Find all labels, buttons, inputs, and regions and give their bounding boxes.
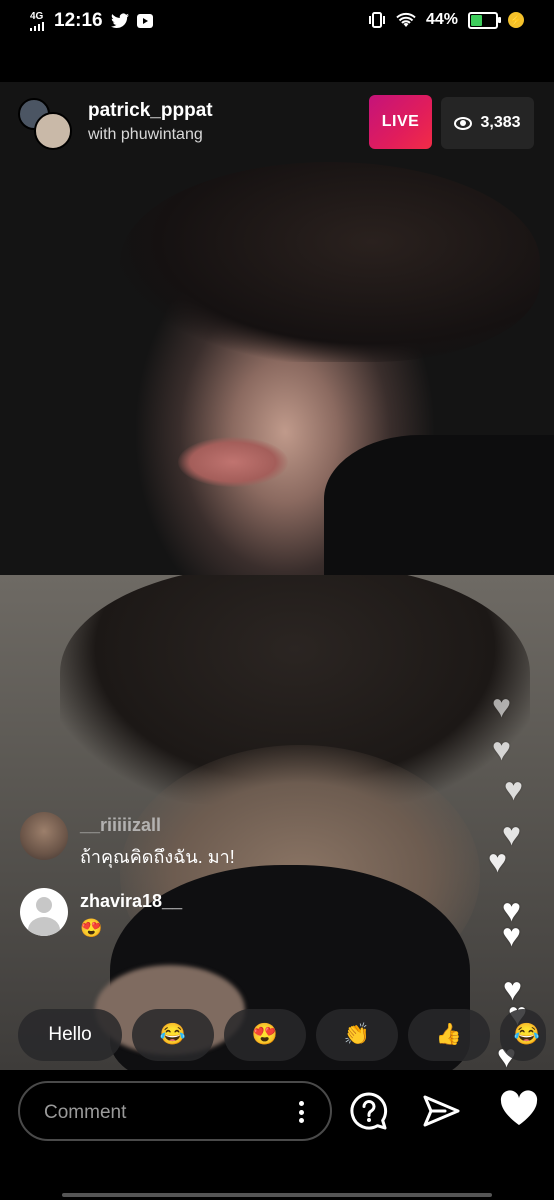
heart-icon: ♥ <box>504 771 523 807</box>
comment-item[interactable]: zhavira18__ 😍 <box>20 888 182 939</box>
comment-input[interactable]: Comment <box>18 1081 332 1141</box>
eye-icon <box>454 116 473 130</box>
more-options-icon[interactable] <box>298 1101 304 1123</box>
battery-percent: 44% <box>425 11 458 28</box>
twitter-icon <box>110 13 129 29</box>
battery-icon <box>468 11 501 29</box>
quick-reactions: Hello 😂 😍 👏 👍 😂 <box>18 1009 546 1061</box>
like-heart-icon[interactable] <box>496 1085 542 1131</box>
commenter-avatar <box>20 812 68 860</box>
heart-icon: ♥ <box>492 731 511 767</box>
comment-username: __riiiiizall <box>80 815 162 835</box>
charging-bolt-icon: ⚡ <box>508 12 524 28</box>
commenter-avatar <box>20 888 68 936</box>
host-avatar <box>34 112 72 150</box>
vibrate-icon <box>368 12 385 28</box>
send-icon[interactable] <box>421 1091 461 1131</box>
comment-placeholder: Comment <box>44 1102 127 1123</box>
viewer-count: 3,383 <box>480 114 521 131</box>
quick-reaction-laugh-2[interactable]: 😂 <box>500 1009 546 1061</box>
comment-text: ถ้าคุณคิดถึงฉัน. มา! <box>80 847 235 867</box>
heart-icon: ♥ <box>502 917 521 953</box>
comment-username: zhavira18__ <box>80 891 183 911</box>
with-guest-label[interactable]: with phuwintang <box>88 126 203 144</box>
quick-reaction-laugh[interactable]: 😂 <box>132 1009 214 1061</box>
comment-text: 😍 <box>80 918 103 938</box>
live-badge: LIVE <box>369 95 432 149</box>
comment-item[interactable]: __riiiiizall ถ้าคุณคิดถึงฉัน. มา! <box>20 812 235 871</box>
quick-reaction-heart-eyes[interactable]: 😍 <box>224 1009 306 1061</box>
youtube-icon <box>136 14 153 28</box>
network-type: 4G <box>30 10 44 22</box>
cellular-signal-icon: 4G <box>30 10 44 31</box>
heart-icon: ♥ <box>492 688 511 724</box>
status-bar: 4G 12:16 44% ⚡ <box>0 0 554 44</box>
quick-reaction-clap[interactable]: 👏 <box>316 1009 398 1061</box>
clock: 12:16 <box>54 10 103 31</box>
viewer-count-button[interactable]: 3,383 <box>441 97 534 149</box>
host-video-feed <box>0 82 554 575</box>
heart-icon: ♥ <box>488 843 507 879</box>
home-indicator <box>62 1193 492 1197</box>
host-avatars[interactable] <box>18 98 72 150</box>
host-username[interactable]: patrick_pppat <box>88 100 213 122</box>
quick-reaction-thumbs-up[interactable]: 👍 <box>408 1009 490 1061</box>
question-icon[interactable] <box>349 1091 389 1131</box>
wifi-icon <box>396 12 416 27</box>
quick-reaction-hello[interactable]: Hello <box>18 1009 122 1061</box>
